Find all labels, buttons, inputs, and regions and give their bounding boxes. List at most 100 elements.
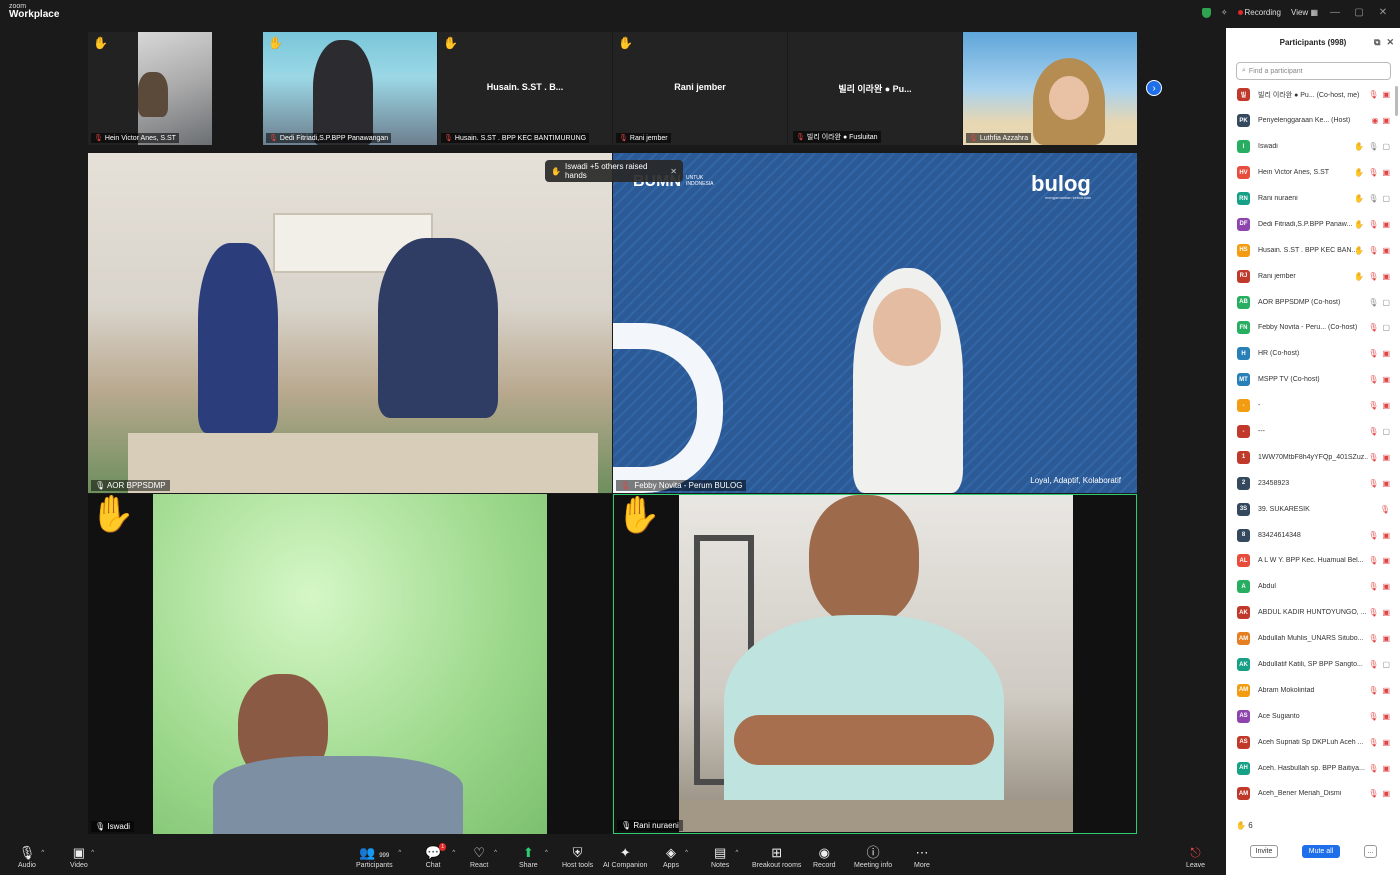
video-off-icon: ▣ [1382, 116, 1390, 126]
participant-row[interactable]: AM Abdullah Muhlis_UNARS Situbo... 🎙 ▣ [1226, 626, 1394, 652]
avatar: FN [1237, 321, 1250, 335]
participant-row[interactable]: FN Febby Novita - Peru... (Co-host) 🎙 ▢ [1226, 315, 1394, 341]
video-button[interactable]: ▣ ^ Video [70, 844, 94, 869]
raised-hands-toast[interactable]: ✋ Iswadi +5 others raised hands ✕ [545, 160, 683, 182]
invite-button[interactable]: Invite [1250, 845, 1278, 858]
audio-button[interactable]: 🎙 ^ Audio [18, 844, 44, 869]
meeting-info-button[interactable]: ⓘ Meeting info [854, 844, 892, 869]
popout-icon[interactable]: ⧉ [1374, 37, 1380, 48]
participant-name: 🎙 Hein Victor Anes, S.ST [91, 133, 179, 143]
next-page-button[interactable]: › [1146, 80, 1162, 96]
thumbnail-video[interactable]: ✋ Rani jember 🎙 Rani jember [613, 32, 787, 145]
leave-button[interactable]: ⎋ Leave [1186, 844, 1205, 869]
participant-row[interactable]: 3S 39. SUKARESIK 🎙 [1226, 496, 1394, 522]
video-tile-febby[interactable]: BUMN UNTUKINDONESIA bulog mengamankan ke… [613, 153, 1137, 493]
participant-name: --- [1258, 428, 1265, 436]
record-button[interactable]: ◉ Record [813, 844, 836, 869]
participant-row[interactable]: HS Husain. S.ST . BPP KEC BAN... ✋ 🎙 ▣ [1226, 237, 1394, 263]
muted-mic-icon: 🎙 [619, 135, 628, 142]
participant-row[interactable]: RN Rani nuraeni ✋ 🎙 ▢ [1226, 186, 1394, 212]
thumbnail-video[interactable]: ✋ 🎙 Dedi Fitriadi,S.P.BPP Panawangan [263, 32, 437, 145]
security-shield-icon[interactable] [1201, 7, 1211, 18]
participant-row[interactable]: AS Aceh Supriati Sp DKPLuh Aceh ... 🎙 ▣ [1226, 729, 1394, 755]
participant-row[interactable]: - - 🎙 ▣ [1226, 393, 1394, 419]
participant-row[interactable]: AS Ace Sugianto 🎙 ▣ [1226, 703, 1394, 729]
participant-name: A L W Y. BPP Kec. Huamual Bel... [1258, 557, 1364, 565]
participant-row[interactable]: DF Dedi Fitriadi,S.P.BPP Panaw... ✋ 🎙 ▣ [1226, 211, 1394, 237]
participant-row[interactable]: 8 83424614348 🎙 ▣ [1226, 522, 1394, 548]
maximize-button[interactable]: ▢ [1352, 7, 1366, 18]
video-off-icon: ▣ [1382, 685, 1390, 695]
react-button[interactable]: ♡ ^ React [470, 844, 497, 869]
participant-name: Hein Victor Anes, S.ST [1258, 169, 1330, 177]
apps-button[interactable]: ◈ ^ Apps [663, 844, 688, 869]
uniform-shirt [213, 756, 463, 834]
notes-button[interactable]: ▤ ^ Notes [711, 844, 738, 869]
apps-icon: ◈ ^ [665, 845, 688, 860]
thumbnail-video[interactable]: 빌리 이라완 ● Pu... 🎙 빌리 이라완 ● Fusluitan [788, 32, 962, 145]
participant-row[interactable]: AB AOR BPPSDMP (Co-host) 🎙 ▢ [1226, 289, 1394, 315]
avatar: HS [1237, 243, 1250, 257]
participant-row[interactable]: 1 1WW70MtbF8h4yYFQp_401SZuz... 🎙 ▣ [1226, 444, 1394, 470]
participant-row[interactable]: 2 23458923 🎙 ▣ [1226, 470, 1394, 496]
participant-row[interactable]: A Abdul 🎙 ▣ [1226, 574, 1394, 600]
video-off-icon: ▣ [1382, 711, 1390, 721]
scrollbar[interactable] [1395, 86, 1398, 116]
participants-title: Participants (998) [1279, 37, 1347, 47]
participant-status: 🎙 ▣ [1368, 479, 1390, 488]
participant-status: 🎙 ▣ [1368, 764, 1390, 773]
participant-row[interactable]: MT MSPP TV (Co-host) 🎙 ▣ [1226, 367, 1394, 393]
video-tile-rani[interactable]: ✋ 🎙 Rani nuraeni [613, 494, 1137, 834]
participant-row[interactable]: AM Abram Mokolintad 🎙 ▣ [1226, 677, 1394, 703]
person-silhouette [313, 40, 373, 145]
participant-status: 🎙 ▣ [1368, 375, 1390, 384]
video-tile-aor[interactable]: 🎙 AOR BPPSDMP [88, 153, 612, 493]
participant-name: MSPP TV (Co-host) [1258, 376, 1320, 384]
minimize-button[interactable]: — [1328, 7, 1342, 18]
participant-list[interactable]: 빌 빌리 이라완 ● Pu... (Co-host, me) 🎙 ▣ PK Penyele… [1226, 82, 1394, 818]
ai-sparkle-icon[interactable]: ✧ [1221, 8, 1228, 17]
ai-companion-button[interactable]: ✦ AI Companion [603, 844, 647, 869]
participant-status: 🎙 ▣ [1368, 401, 1390, 410]
participant-status: 🎙 ▢ [1368, 660, 1390, 669]
share-button[interactable]: ⬆ ^ Share [519, 844, 548, 869]
participant-status: 🎙 [1380, 505, 1390, 514]
participant-row[interactable]: H HR (Co-host) 🎙 ▣ [1226, 341, 1394, 367]
face [873, 288, 941, 366]
avatar: AS [1237, 735, 1250, 749]
chat-button[interactable]: 💬 1 ^ Chat [425, 843, 455, 869]
participant-row[interactable]: AK Abdullatif Katili, SP BPP Sangto... 🎙 ▢ [1226, 652, 1394, 678]
mute-all-button[interactable]: Mute all [1302, 845, 1340, 858]
view-button[interactable]: View ▦ [1291, 8, 1318, 17]
participant-row[interactable]: - --- 🎙 ▢ [1226, 419, 1394, 445]
thumbnail-video[interactable]: ✋ Husain. S.ST . B... 🎙 Husain. S.ST . BP… [438, 32, 612, 145]
close-toast-icon[interactable]: ✕ [670, 167, 677, 176]
raised-hand-icon: ✋ [90, 494, 135, 534]
participants-button[interactable]: 👥 999 ^ Participants [356, 844, 401, 869]
participant-row[interactable]: RJ Rani jember ✋ 🎙 ▣ [1226, 263, 1394, 289]
participant-row[interactable]: AH Aceh. Hasbullah sp. BPP Baitiya... 🎙 ▣ [1226, 755, 1394, 781]
participant-row[interactable]: AM Aceh_Bener Meriah_Dismi 🎙 ▣ [1226, 781, 1394, 807]
video-tile-iswadi[interactable]: ✋ 🎙 Iswadi [88, 494, 612, 834]
thumbnail-video[interactable]: ✋ 🎙 Hein Victor Anes, S.ST [88, 32, 212, 145]
muted-mic-icon: 🎙 [1368, 245, 1379, 255]
participant-row[interactable]: I Iswadi ✋ 🎙 ▢ [1226, 134, 1394, 160]
thumbnail-video[interactable]: 🎙 Luthfia Azzahra [963, 32, 1137, 145]
participant-row[interactable]: AL A L W Y. BPP Kec. Huamual Bel... 🎙 ▣ [1226, 548, 1394, 574]
participant-search[interactable]: ⌕ Find a participant [1236, 62, 1391, 80]
close-window-button[interactable]: ✕ [1376, 7, 1390, 18]
participants-header: Participants (998) ⧉ ✕ [1226, 28, 1400, 56]
participant-row[interactable]: AK ABDUL KADIR HUNTOYUNGO, ... 🎙 ▣ [1226, 600, 1394, 626]
host-tools-button[interactable]: ⛨ Host tools [562, 844, 593, 869]
participant-row[interactable]: PK Penyelenggaraan Ke... (Host) ◉ ▣ [1226, 108, 1394, 134]
raised-hand-icon: ✋ [93, 36, 108, 50]
breakout-rooms-button[interactable]: ⊞ Breakout rooms [752, 844, 801, 869]
close-panel-icon[interactable]: ✕ [1386, 37, 1394, 48]
participant-row[interactable]: 빌 빌리 이라완 ● Pu... (Co-host, me) 🎙 ▣ [1226, 82, 1394, 108]
more-options-button[interactable]: ... [1364, 845, 1377, 858]
participant-row[interactable]: HV Hein Victor Anes, S.ST ✋ 🎙 ▣ [1226, 160, 1394, 186]
video-off-icon: ▣ [1382, 271, 1390, 281]
more-button[interactable]: ⋯ More [914, 844, 930, 869]
recording-indicator[interactable]: Recording [1237, 8, 1281, 17]
participant-status: 🎙 ▢ [1368, 427, 1390, 436]
